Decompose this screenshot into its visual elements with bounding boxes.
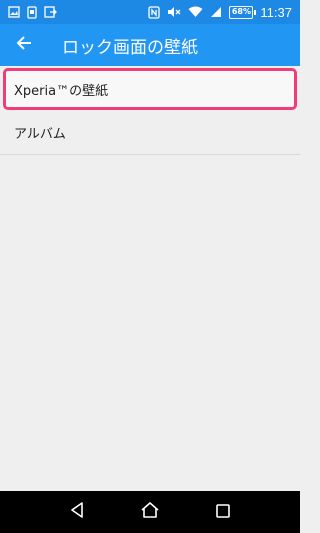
list-item-xperia-wallpaper[interactable]: Xperia™の壁紙 — [3, 68, 297, 110]
nfc-icon — [148, 5, 161, 19]
image-icon — [8, 6, 20, 18]
arrow-back-icon — [16, 35, 32, 55]
nav-recents-button[interactable] — [208, 497, 238, 527]
nav-home-icon — [141, 502, 159, 522]
list-item-label: Xperia™の壁紙 — [14, 83, 109, 99]
page-title: ロック画面の壁紙 — [62, 37, 198, 58]
list-item-label: アルバム — [14, 126, 66, 142]
share-icon — [44, 6, 57, 18]
mute-icon — [167, 6, 181, 18]
nav-back-icon — [70, 502, 84, 522]
wallpaper-source-list: Xperia™の壁紙 アルバム — [0, 66, 300, 155]
status-system: 68% 11:37 — [148, 5, 292, 20]
nav-back-button[interactable] — [62, 497, 92, 527]
battery-icon: 68% — [229, 5, 257, 19]
signal-icon — [210, 6, 222, 18]
status-time: 11:37 — [260, 4, 292, 20]
phone-notification-icon — [27, 5, 37, 19]
back-button[interactable] — [0, 24, 48, 66]
app-bar: ロック画面の壁紙 — [0, 24, 300, 66]
nav-home-button[interactable] — [135, 497, 165, 527]
status-bar: 68% 11:37 — [0, 0, 300, 24]
nav-recents-icon — [216, 503, 231, 522]
list-item-album[interactable]: アルバム — [0, 110, 300, 155]
status-notifications — [8, 5, 57, 19]
wifi-icon — [188, 6, 203, 18]
navigation-bar — [0, 491, 300, 533]
